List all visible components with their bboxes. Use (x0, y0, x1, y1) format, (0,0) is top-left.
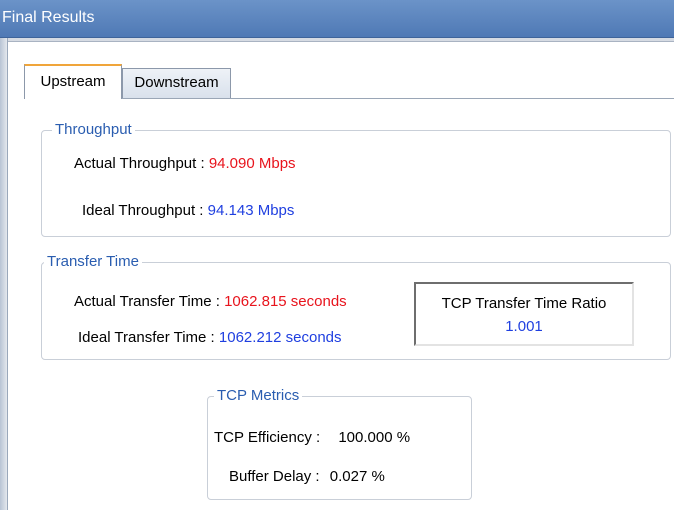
buffer-delay-label: Buffer Delay : (229, 468, 320, 485)
final-results-window: Final Results Downstream Upstream Throug… (0, 0, 674, 510)
buffer-delay-value: 0.027 % (329, 468, 385, 485)
throughput-group: Throughput (41, 121, 671, 237)
title-separator (8, 38, 674, 42)
throughput-legend: Throughput (52, 121, 135, 139)
ideal-transfer-time-label: Ideal Transfer Time : (78, 329, 215, 346)
tcp-transfer-time-ratio-box: TCP Transfer Time Ratio 1.001 (414, 282, 634, 346)
actual-throughput-row: Actual Throughput : 94.090 Mbps (74, 155, 296, 172)
actual-throughput-label: Actual Throughput : (74, 155, 205, 172)
transfer-time-legend: Transfer Time (44, 253, 142, 271)
tcp-transfer-time-ratio-label: TCP Transfer Time Ratio (441, 295, 607, 312)
title-bar[interactable]: Final Results (0, 0, 674, 38)
window-title: Final Results (2, 9, 95, 26)
ideal-throughput-label: Ideal Throughput : (82, 202, 204, 219)
actual-transfer-time-row: Actual Transfer Time : 1062.815 seconds (74, 293, 347, 310)
ideal-transfer-time-row: Ideal Transfer Time : 1062.212 seconds (78, 329, 342, 346)
ideal-throughput-value: 94.143 Mbps (207, 202, 295, 219)
tcp-transfer-time-ratio-value: 1.001 (505, 318, 543, 335)
ideal-transfer-time-value: 1062.212 seconds (218, 329, 342, 346)
tab-upstream[interactable]: Upstream (24, 64, 122, 99)
actual-transfer-time-value: 1062.815 seconds (224, 293, 347, 310)
tcp-efficiency-row: TCP Efficiency : 100.000 % (214, 429, 410, 446)
window-left-edge (0, 38, 8, 510)
actual-transfer-time-label: Actual Transfer Time : (74, 293, 220, 310)
actual-throughput-value: 94.090 Mbps (208, 155, 296, 172)
buffer-delay-row: Buffer Delay : 0.027 % (229, 468, 385, 485)
tcp-efficiency-value: 100.000 % (338, 429, 411, 446)
ideal-throughput-row: Ideal Throughput : 94.143 Mbps (82, 202, 294, 219)
tab-downstream[interactable]: Downstream (122, 68, 231, 98)
tcp-efficiency-label: TCP Efficiency : (214, 429, 321, 446)
tcp-metrics-legend: TCP Metrics (214, 387, 303, 405)
